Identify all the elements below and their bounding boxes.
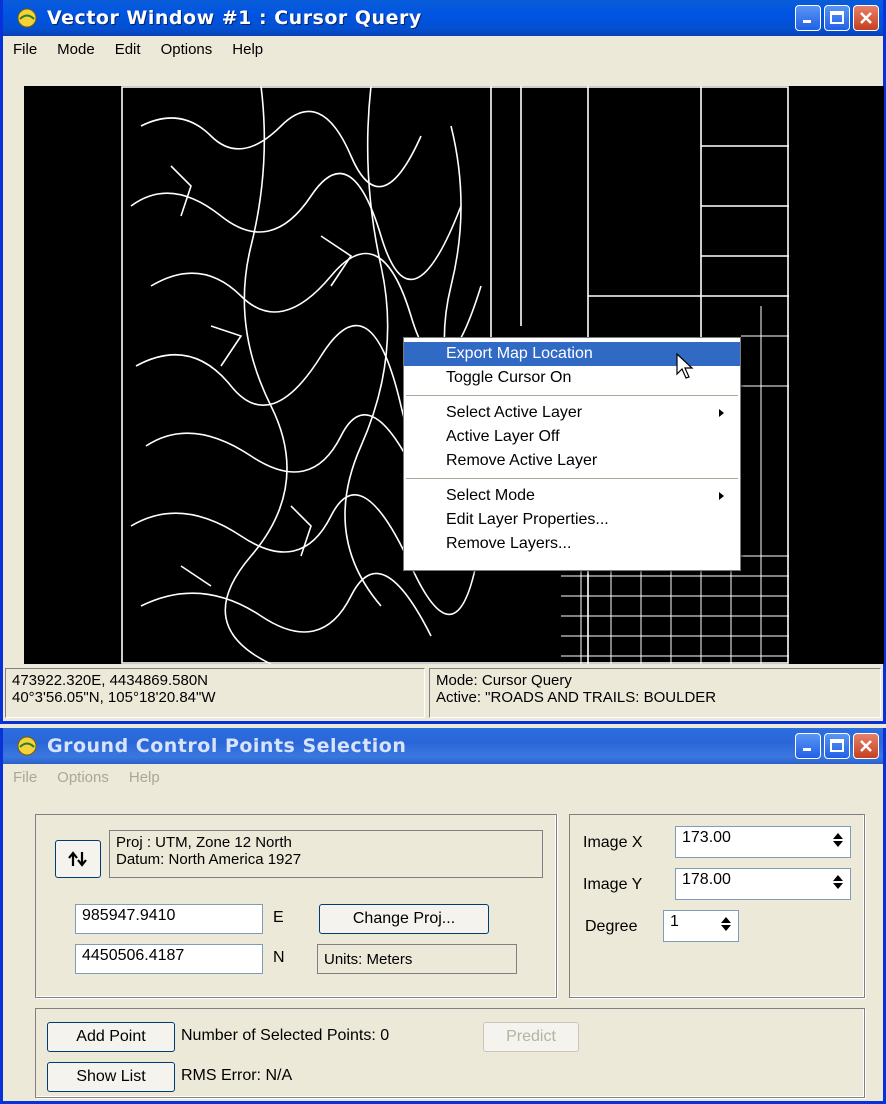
close-button[interactable] <box>853 5 879 31</box>
change-proj-button[interactable]: Change Proj... <box>319 904 489 934</box>
ctx-remove-layers[interactable]: Remove Layers... <box>404 532 740 556</box>
show-list-button[interactable]: Show List <box>47 1062 175 1092</box>
status-utm: 473922.320E, 4434869.580N <box>12 672 209 689</box>
menu-mode[interactable]: Mode <box>47 41 105 58</box>
ctx-separator <box>406 478 738 479</box>
degree-input[interactable]: 1 <box>663 910 739 942</box>
maximize-button[interactable] <box>824 5 850 31</box>
easting-field[interactable]: 985947.9410 <box>75 904 263 934</box>
degree-label: Degree <box>585 918 638 935</box>
projection-info: Proj : UTM, Zone 12 North Datum: North A… <box>109 830 543 878</box>
image-x-input[interactable]: 173.00 <box>675 826 851 858</box>
add-point-button[interactable]: Add Point <box>47 1022 175 1052</box>
app-globe-icon <box>17 736 37 756</box>
ctx-select-mode[interactable]: Select Mode <box>404 484 740 508</box>
menu-help[interactable]: Help <box>119 769 170 786</box>
minimize-icon <box>803 20 811 23</box>
selected-points-label: Number of Selected Points: 0 <box>181 1027 390 1044</box>
ctx-label: Active Layer Off <box>446 428 560 445</box>
gcp-menubar: File Options Help <box>3 764 883 790</box>
image-x-label: Image X <box>583 834 643 851</box>
degree-value: 1 <box>670 913 679 930</box>
ctx-edit-layer-properties[interactable]: Edit Layer Properties... <box>404 508 740 532</box>
northing-field[interactable]: 4450506.4187 <box>75 944 263 974</box>
ctx-label: Select Mode <box>446 487 535 504</box>
image-y-input[interactable]: 178.00 <box>675 868 851 900</box>
menu-edit[interactable]: Edit <box>105 41 151 58</box>
close-icon <box>860 12 872 24</box>
app-globe-icon <box>17 8 37 28</box>
northing-unit-label: N <box>273 949 285 966</box>
maximize-button[interactable] <box>824 733 850 759</box>
spinner-icon[interactable] <box>832 831 844 849</box>
menu-file[interactable]: File <box>3 41 47 58</box>
vector-window: Vector Window #1 : Cursor Query File Mod… <box>0 0 886 724</box>
ctx-label: Select Active Layer <box>446 404 583 421</box>
projection-text: Proj : UTM, Zone 12 North <box>116 834 292 851</box>
submenu-arrow-icon <box>719 492 724 500</box>
gcp-window-titlebar[interactable]: Ground Control Points Selection <box>3 728 883 764</box>
ctx-separator <box>406 395 738 396</box>
spinner-icon[interactable] <box>720 915 732 933</box>
vector-window-titlebar[interactable]: Vector Window #1 : Cursor Query <box>3 0 883 36</box>
window-title: Ground Control Points Selection <box>47 735 407 757</box>
menu-options[interactable]: Options <box>47 769 119 786</box>
status-mode-text: Mode: Cursor Query <box>436 672 572 689</box>
close-button[interactable] <box>853 733 879 759</box>
easting-unit-label: E <box>273 909 284 926</box>
ctx-active-layer-off[interactable]: Active Layer Off <box>404 425 740 449</box>
datum-text: Datum: North America 1927 <box>116 851 302 868</box>
image-y-value: 178.00 <box>682 871 731 888</box>
ctx-remove-active-layer[interactable]: Remove Active Layer <box>404 449 740 473</box>
swap-arrows-icon <box>68 851 87 867</box>
minimize-button[interactable] <box>795 5 821 31</box>
window-title: Vector Window #1 : Cursor Query <box>47 7 422 29</box>
minimize-icon <box>803 748 811 751</box>
ctx-label: Toggle Cursor On <box>446 369 572 386</box>
image-y-label: Image Y <box>583 876 643 893</box>
image-x-value: 173.00 <box>682 829 731 846</box>
maximize-icon <box>830 11 844 24</box>
maximize-icon <box>830 739 844 752</box>
menu-help[interactable]: Help <box>222 41 273 58</box>
ctx-label: Remove Active Layer <box>446 452 598 469</box>
minimize-button[interactable] <box>795 733 821 759</box>
ctx-label: Remove Layers... <box>446 535 572 552</box>
ctx-select-active-layer[interactable]: Select Active Layer <box>404 401 740 425</box>
rms-error-label: RMS Error: N/A <box>181 1067 293 1084</box>
status-latlon: 40°3'56.05"N, 105°18'20.84"W <box>12 689 216 706</box>
ctx-label: Edit Layer Properties... <box>446 511 609 528</box>
mouse-pointer-icon <box>676 352 694 379</box>
menu-options[interactable]: Options <box>151 41 223 58</box>
spinner-icon[interactable] <box>832 873 844 891</box>
submenu-arrow-icon <box>719 409 724 417</box>
status-mode: Mode: Cursor Query Active: "ROADS AND TR… <box>429 668 881 718</box>
units-display: Units: Meters <box>317 944 517 974</box>
gcp-window: Ground Control Points Selection File Opt… <box>0 728 886 1104</box>
status-coordinates: 473922.320E, 4434869.580N 40°3'56.05"N, … <box>5 668 425 718</box>
status-active-layer: Active: "ROADS AND TRAILS: BOULDER <box>436 689 717 706</box>
menu-file[interactable]: File <box>3 769 47 786</box>
vector-menubar: File Mode Edit Options Help <box>3 36 883 62</box>
predict-button[interactable]: Predict <box>483 1022 579 1052</box>
ctx-label: Export Map Location <box>446 345 593 362</box>
swap-projection-button[interactable] <box>55 840 101 878</box>
close-icon <box>860 740 872 752</box>
vector-statusbar: 473922.320E, 4434869.580N 40°3'56.05"N, … <box>5 668 881 718</box>
